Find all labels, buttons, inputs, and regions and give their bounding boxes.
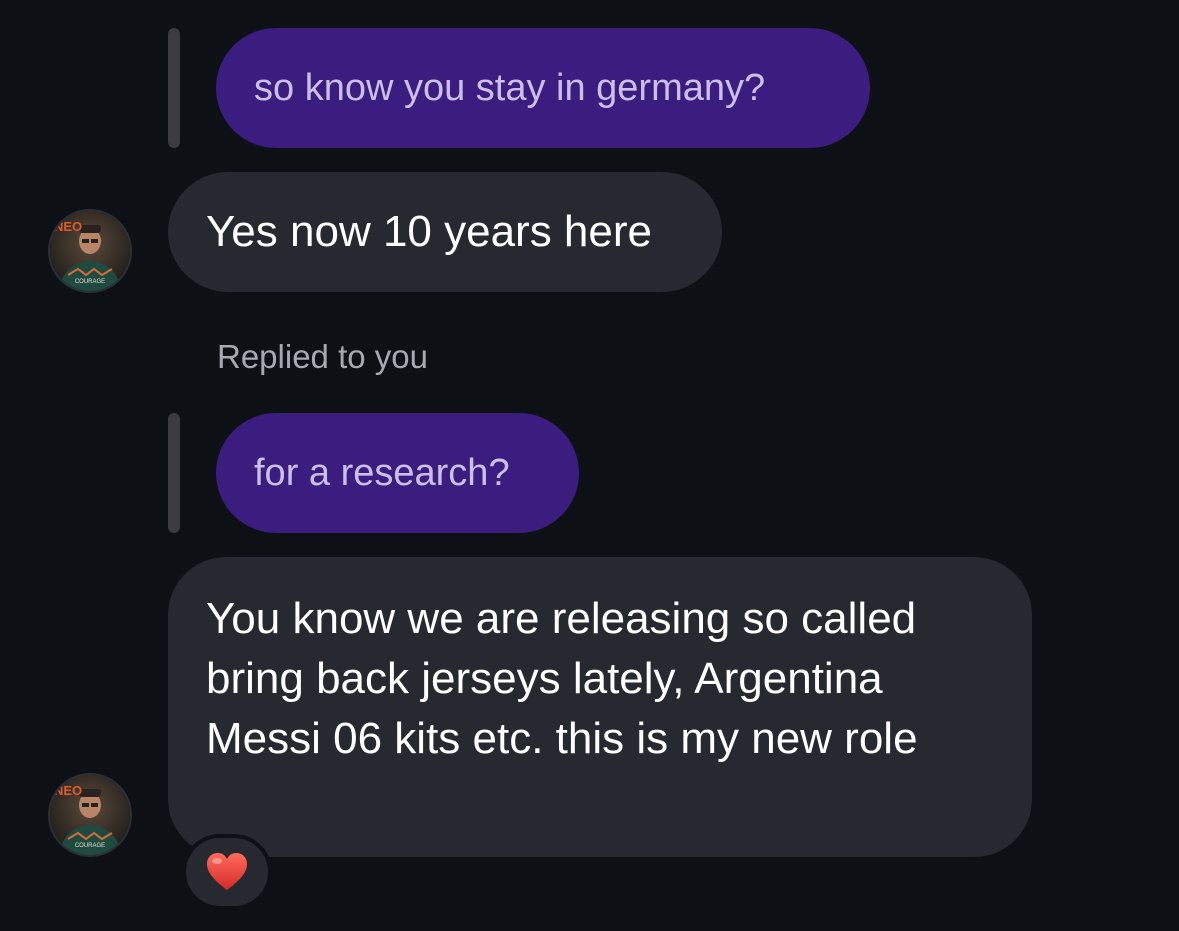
quoted-message-bubble[interactable]: for a research? bbox=[216, 413, 579, 533]
avatar[interactable]: NEO COURAGE bbox=[48, 209, 132, 293]
quoted-message-text: so know you stay in germany? bbox=[254, 66, 766, 109]
avatar-shirt-text: COURAGE bbox=[75, 843, 105, 849]
replied-to-you-label: Replied to you bbox=[217, 338, 428, 375]
message-text: Yes now 10 years here bbox=[206, 207, 652, 256]
reaction-badge[interactable] bbox=[182, 834, 272, 910]
avatar-shirt-text: COURAGE bbox=[75, 279, 105, 285]
received-message-bubble[interactable]: You know we are releasing so called brin… bbox=[168, 557, 1032, 857]
message-text: You know we are releasing so called brin… bbox=[206, 594, 918, 763]
received-message-bubble[interactable]: Yes now 10 years here bbox=[168, 172, 722, 292]
quoted-message-text: for a research? bbox=[254, 451, 510, 494]
avatar-image: NEO COURAGE bbox=[50, 211, 130, 291]
avatar-logo-text: NEO bbox=[54, 783, 82, 798]
reply-indicator-bar bbox=[168, 28, 180, 148]
heart-emoji-icon bbox=[207, 853, 247, 890]
quoted-message-bubble[interactable]: so know you stay in germany? bbox=[216, 28, 870, 148]
avatar[interactable]: NEO COURAGE bbox=[48, 773, 132, 857]
reply-indicator-bar bbox=[168, 413, 180, 533]
avatar-logo-text: NEO bbox=[54, 219, 82, 234]
avatar-image: NEO COURAGE bbox=[50, 775, 130, 855]
